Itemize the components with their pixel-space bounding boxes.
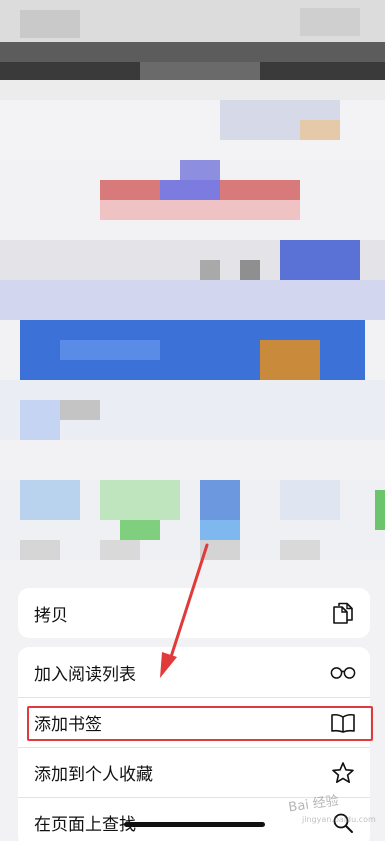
watermark-url: jingyan.baidu.com (302, 815, 376, 824)
home-indicator[interactable] (124, 822, 265, 827)
annotation-arrow (160, 543, 209, 678)
